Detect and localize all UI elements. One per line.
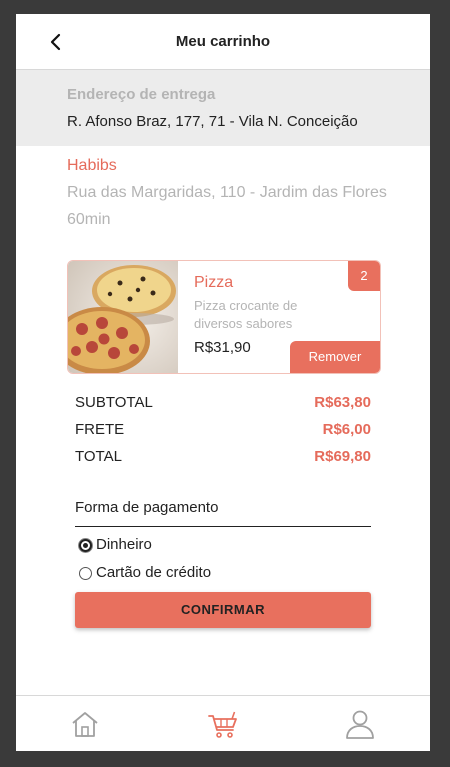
remove-item-button[interactable]: Remover: [290, 341, 380, 373]
chevron-left-icon: [50, 33, 61, 51]
payment-title: Forma de pagamento: [75, 499, 219, 516]
item-description: Pizza crocante de diversos sabores: [194, 298, 298, 331]
subtotal-value: R$63,80: [314, 394, 371, 411]
subtotal-label: SUBTOTAL: [75, 394, 153, 411]
nav-profile[interactable]: [344, 708, 376, 740]
restaurant-name: Habibs: [67, 157, 117, 174]
page-title: Meu carrinho: [175, 33, 271, 50]
total-value: R$69,80: [314, 448, 371, 465]
quantity-badge: 2: [348, 261, 380, 291]
total-label: TOTAL: [75, 448, 122, 465]
radio-button-checked[interactable]: [79, 539, 92, 552]
item-price: R$31,90: [194, 339, 251, 356]
home-icon: [72, 712, 98, 737]
frete-row: FRETE R$6,00: [75, 421, 371, 441]
delivery-address-value: R. Afonso Braz, 177, 71 - Vila N. Concei…: [67, 113, 358, 130]
item-name: Pizza: [194, 274, 234, 291]
payment-option-label: Dinheiro: [96, 536, 152, 553]
cart-icon: [208, 711, 237, 738]
payment-divider: [75, 526, 371, 527]
pizza-image: [68, 261, 178, 373]
confirm-button[interactable]: CONFIRMAR: [75, 592, 371, 628]
frete-label: FRETE: [75, 421, 125, 438]
nav-cart[interactable]: [207, 708, 239, 740]
top-bar: Meu carrinho: [16, 14, 430, 70]
delivery-address-section: Endereço de entrega R. Afonso Braz, 177,…: [16, 70, 430, 146]
user-icon: [346, 710, 374, 739]
app-screen: Meu carrinho Endereço de entrega R. Afon…: [16, 14, 430, 751]
total-row: TOTAL R$69,80: [75, 448, 371, 468]
restaurant-address: Rua das Margaridas, 110 - Jardim das Flo…: [67, 184, 387, 201]
delivery-time: 60min: [67, 211, 111, 228]
bottom-navigation: [16, 695, 430, 751]
payment-option-label: Cartão de crédito: [96, 564, 212, 581]
frete-value: R$6,00: [322, 421, 371, 438]
subtotal-row: SUBTOTAL R$63,80: [75, 394, 371, 414]
nav-home[interactable]: [69, 708, 101, 740]
radio-button[interactable]: [79, 567, 92, 580]
delivery-address-label: Endereço de entrega: [67, 86, 216, 103]
cart-item-card: Pizza Pizza crocante de diversos sabores…: [67, 260, 381, 374]
back-button[interactable]: [42, 28, 70, 56]
